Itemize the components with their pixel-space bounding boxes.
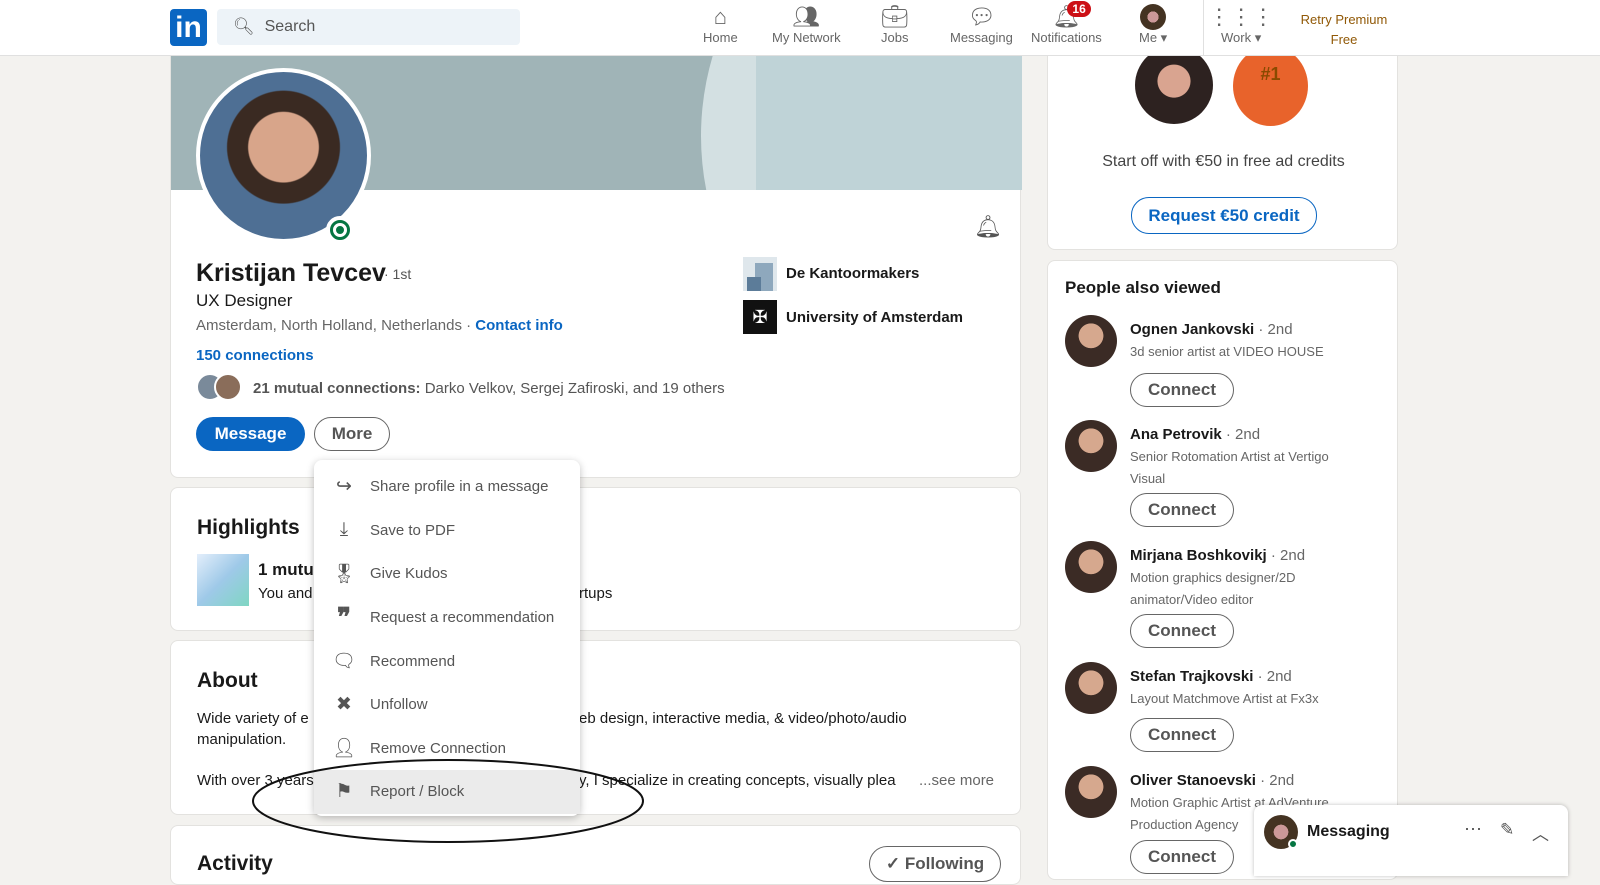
menu-item-remove-connection[interactable]: 👤︎ Remove Connection: [314, 727, 580, 771]
connect-button[interactable]: Connect: [1130, 840, 1234, 874]
person-name[interactable]: Mirjana Boshkovikj · 2nd: [1130, 547, 1305, 564]
avatar[interactable]: [1065, 662, 1117, 714]
person-name[interactable]: Oliver Stanoevski · 2nd: [1130, 772, 1294, 789]
linkedin-logo[interactable]: in: [170, 9, 207, 46]
avatar[interactable]: [1065, 315, 1117, 367]
menu-item-unfollow[interactable]: ✖ Unfollow: [314, 683, 580, 727]
mutual-avatars: [196, 373, 246, 403]
request-credit-button[interactable]: Request €50 credit: [1131, 197, 1317, 234]
premium-link[interactable]: Retry Premium Free: [1290, 10, 1398, 50]
download-icon: ⤓: [339, 519, 349, 541]
search-icon: 🔍︎: [233, 17, 255, 36]
following-button[interactable]: ✓ Following: [869, 846, 1001, 882]
person-name[interactable]: Stefan Trajkovski · 2nd: [1130, 668, 1292, 685]
nav-home[interactable]: ⌂ Home: [703, 4, 738, 45]
more-menu: ↪ Share profile in a message ⤓ Save to PDF…: [314, 460, 580, 816]
highlight-image: [197, 554, 249, 606]
menu-item-report-block[interactable]: ⚑ Report / Block: [314, 770, 580, 814]
grid-icon: ⋮⋮⋮: [1208, 4, 1275, 29]
connect-button[interactable]: Connect: [1130, 718, 1234, 752]
message-button[interactable]: Message: [196, 417, 305, 451]
nav-my-network[interactable]: 👥︎ My Network: [772, 4, 841, 45]
ad-card: #1 Start off with €50 in free ad credits…: [1047, 40, 1398, 250]
university-logo: ✠: [743, 300, 777, 334]
contact-info-link[interactable]: Contact info: [475, 317, 563, 334]
company-logo: [743, 257, 777, 291]
people-title: People also viewed: [1065, 278, 1221, 297]
nav-me[interactable]: Me ▾: [1139, 4, 1167, 46]
menu-item-recommend[interactable]: 🗨︎ Recommend: [314, 639, 580, 683]
activity-card: Activity ✓ Following: [170, 825, 1021, 885]
connect-button[interactable]: Connect: [1130, 614, 1234, 648]
education[interactable]: University of Amsterdam: [786, 309, 963, 326]
person-name[interactable]: Ana Petrovik · 2nd: [1130, 426, 1260, 443]
ad-avatar: [1135, 46, 1213, 124]
briefcase-icon: 💼︎: [880, 4, 909, 29]
x-circle-icon: ✖: [336, 694, 352, 716]
more-button[interactable]: More: [314, 417, 390, 451]
divider: [1203, 0, 1204, 56]
award-icon: 🎖︎: [332, 563, 357, 585]
menu-item-request-recommendation[interactable]: ❞ Request a recommendation: [314, 596, 580, 640]
headline: UX Designer: [196, 291, 293, 310]
menu-item-share-profile[interactable]: ↪ Share profile in a message: [314, 465, 580, 509]
person-name[interactable]: Ognen Jankovski · 2nd: [1130, 321, 1293, 338]
online-status-icon: [1288, 839, 1298, 849]
about-title: About: [197, 669, 258, 692]
home-icon: ⌂: [713, 4, 727, 29]
nav-jobs[interactable]: 💼︎ Jobs: [880, 4, 909, 45]
avatar: [1140, 4, 1167, 30]
connect-button[interactable]: Connect: [1130, 493, 1234, 527]
quote-icon: ❞: [337, 602, 351, 633]
avatar[interactable]: [1065, 766, 1117, 818]
see-more-link[interactable]: ...see more: [919, 772, 994, 789]
compose-icon[interactable]: ✎: [1500, 820, 1514, 840]
menu-item-give-kudos[interactable]: 🎖︎ Give Kudos: [314, 552, 580, 596]
trophy-icon: #1: [1233, 46, 1308, 126]
bell-icon: 🔔︎ 16: [1052, 1, 1091, 30]
comment-icon: 🗨︎: [332, 651, 357, 673]
profile-name: Kristijan Tevcev: [196, 259, 386, 287]
network-icon: 👥︎: [792, 4, 821, 29]
more-options-icon[interactable]: ⋯: [1464, 819, 1482, 840]
location: Amsterdam, North Holland, Netherlands ·: [196, 317, 472, 334]
messaging-bar[interactable]: Messaging ⋯ ✎ ︿: [1254, 805, 1568, 876]
share-arrow-icon: ↪: [336, 476, 352, 498]
mutual-connections[interactable]: 21 mutual connections: Darko Velkov, Ser…: [253, 380, 725, 397]
chat-icon: 💬︎: [967, 4, 996, 29]
notification-bell-icon[interactable]: 🔔︎: [974, 214, 1002, 240]
online-status-icon: [326, 216, 354, 244]
current-company[interactable]: De Kantoormakers: [786, 265, 919, 282]
remove-person-icon: 👤︎: [332, 738, 357, 760]
flag-icon: ⚑: [335, 781, 353, 803]
top-nav: in 🔍︎ Search ⌂ Home 👥︎ My Network 💼︎ Jobs 💬…: [0, 0, 1600, 56]
chevron-up-icon[interactable]: ︿: [1532, 820, 1549, 845]
search-input[interactable]: 🔍︎ Search: [217, 9, 520, 45]
highlights-title: Highlights: [197, 516, 300, 539]
avatar[interactable]: [1065, 541, 1117, 593]
connections-link[interactable]: 150 connections: [196, 347, 314, 364]
avatar[interactable]: [1065, 420, 1117, 472]
connection-degree: · 1st: [384, 266, 412, 282]
nav-work[interactable]: ⋮⋮⋮ Work ▾: [1208, 4, 1275, 46]
menu-item-save-pdf[interactable]: ⤓ Save to PDF: [314, 509, 580, 553]
highlights-card: Highlights 1 mutu You and rtups: [170, 487, 1021, 631]
nav-notifications[interactable]: 🔔︎ 16 Notifications: [1031, 1, 1102, 45]
connect-button[interactable]: Connect: [1130, 373, 1234, 407]
about-card: About Wide variety of e eb design, inter…: [170, 640, 1021, 815]
notification-badge: 16: [1067, 1, 1091, 17]
nav-messaging[interactable]: 💬︎ Messaging: [950, 4, 1013, 45]
